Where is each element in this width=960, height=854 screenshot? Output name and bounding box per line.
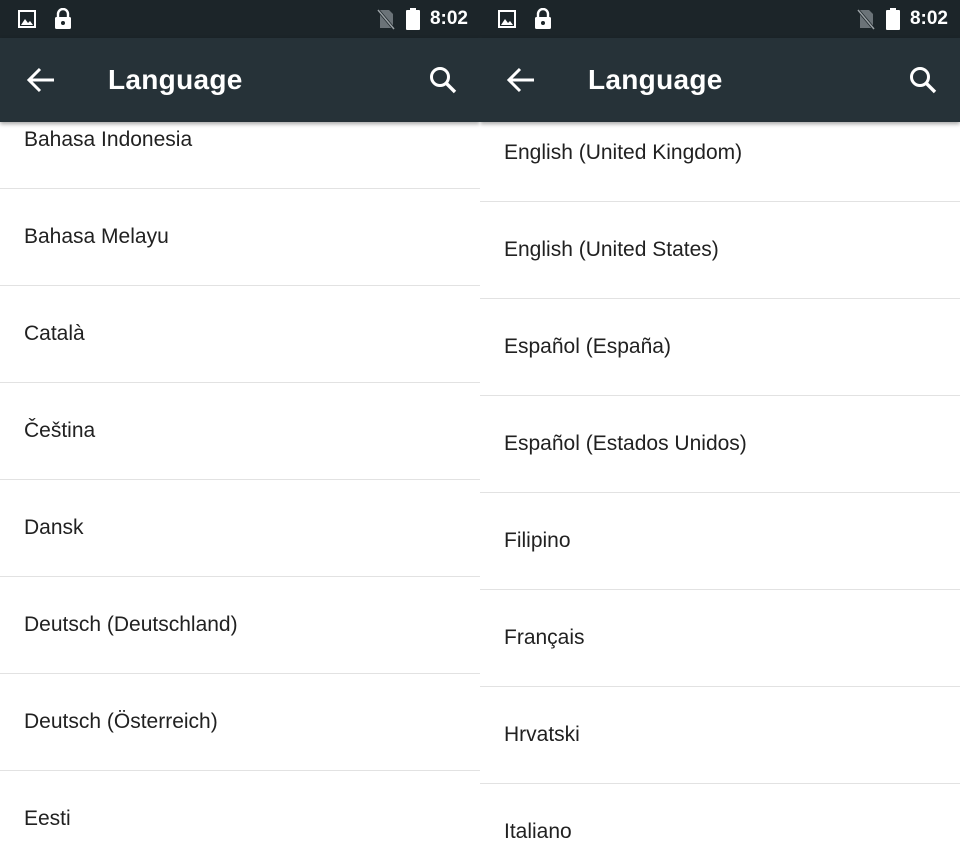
language-label: Filipino (504, 529, 571, 552)
language-label: Bahasa Indonesia (24, 128, 193, 151)
back-arrow-icon[interactable] (26, 66, 56, 94)
language-screen-right: 8:02 Language English (United Kingdom) E… (480, 0, 960, 854)
language-label: Español (Estados Unidos) (504, 432, 747, 455)
language-item[interactable]: Hrvatski (480, 687, 960, 784)
language-label: English (United States) (504, 238, 719, 261)
language-item[interactable]: Čeština (0, 383, 480, 480)
language-list: English (United Kingdom) English (United… (480, 105, 960, 854)
language-list: Bahasa Indonesia Bahasa Melayu Català Če… (0, 92, 480, 854)
status-bar: 8:02 (0, 0, 480, 38)
language-label: Deutsch (Österreich) (24, 710, 218, 733)
app-bar: Language (0, 38, 480, 122)
language-screen-left: 8:02 Language Bahasa Indonesia Bahasa Me… (0, 0, 480, 854)
language-label: Italiano (504, 820, 572, 843)
app-bar: Language (480, 38, 960, 122)
language-item[interactable]: Filipino (480, 493, 960, 590)
language-label: Español (España) (504, 335, 671, 358)
no-sim-icon (376, 9, 396, 30)
language-item[interactable]: Deutsch (Deutschland) (0, 577, 480, 674)
language-label: Eesti (24, 807, 71, 830)
language-label: Bahasa Melayu (24, 225, 169, 248)
language-item[interactable]: Català (0, 286, 480, 383)
status-time: 8:02 (429, 8, 468, 29)
lock-icon (55, 8, 71, 29)
lock-icon (535, 8, 551, 29)
language-item[interactable]: Español (Estados Unidos) (480, 396, 960, 493)
language-item[interactable]: English (United States) (480, 202, 960, 299)
search-icon[interactable] (428, 65, 458, 95)
language-label: Català (24, 322, 85, 345)
no-sim-icon (856, 9, 876, 30)
status-bar: 8:02 (480, 0, 960, 38)
language-label: Čeština (24, 419, 96, 442)
status-time: 8:02 (909, 8, 948, 29)
battery-icon (885, 8, 900, 30)
language-item[interactable]: Deutsch (Österreich) (0, 674, 480, 771)
language-item[interactable]: Bahasa Melayu (0, 189, 480, 286)
language-label: Hrvatski (504, 723, 580, 746)
language-label: English (United Kingdom) (504, 141, 743, 164)
language-label: Deutsch (Deutschland) (24, 613, 238, 636)
battery-icon (405, 8, 420, 30)
language-item[interactable]: Italiano (480, 784, 960, 854)
language-item[interactable]: Español (España) (480, 299, 960, 396)
page-title: Language (588, 64, 723, 95)
page-title: Language (108, 64, 243, 95)
language-item[interactable]: Français (480, 590, 960, 687)
language-label: Dansk (24, 516, 84, 539)
language-item[interactable]: Dansk (0, 480, 480, 577)
image-icon (18, 10, 36, 28)
back-arrow-icon[interactable] (506, 66, 536, 94)
language-label: Français (504, 626, 585, 649)
image-icon (498, 10, 516, 28)
search-icon[interactable] (908, 65, 938, 95)
language-item[interactable]: Eesti (0, 771, 480, 854)
